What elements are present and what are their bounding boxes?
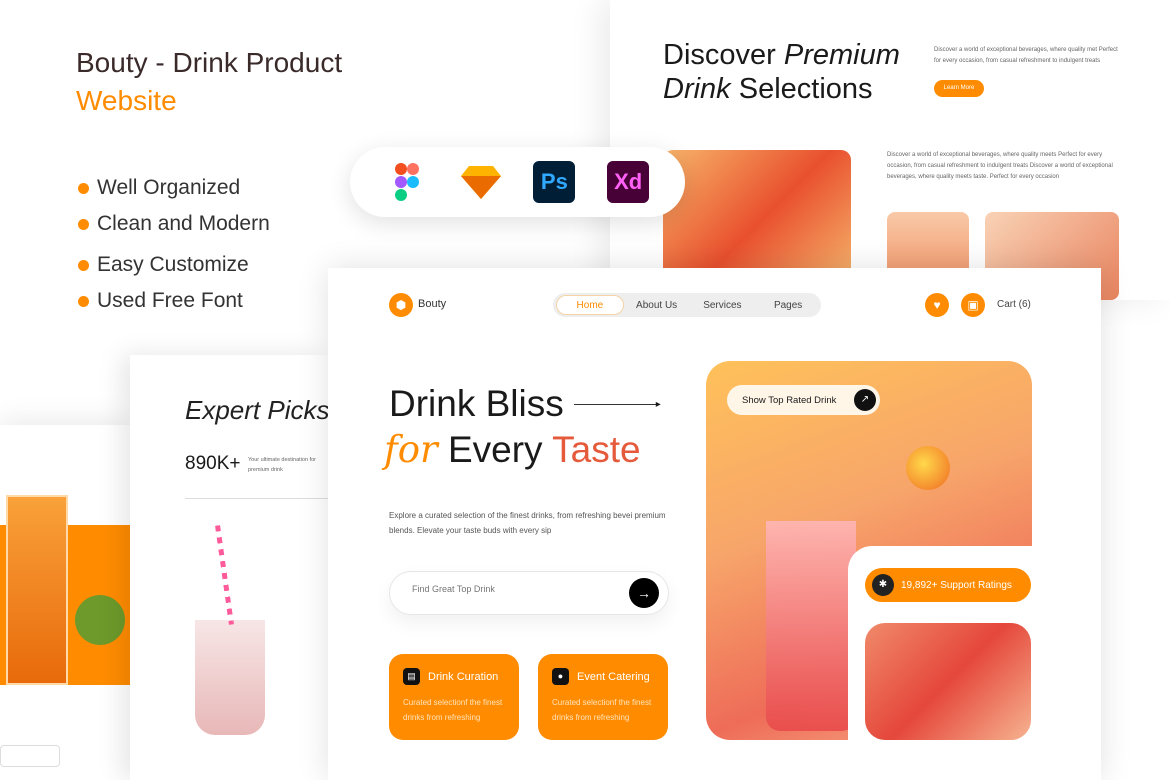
learn-more-button[interactable]: Learn More — [934, 80, 984, 97]
straw — [215, 525, 234, 625]
preview-juice — [0, 425, 130, 780]
nav-home[interactable]: Home — [556, 295, 624, 315]
feature-item: Used Free Font — [78, 283, 270, 319]
brand-name: Bouty — [418, 298, 447, 310]
gear-icon: ✱ — [872, 574, 894, 596]
boba-drink-image — [195, 620, 265, 735]
drink-glass — [766, 521, 856, 731]
search-bar: → — [389, 571, 669, 615]
feature-item: Clean and Modern — [78, 206, 270, 242]
cart-link[interactable]: Cart (6) — [997, 299, 1031, 310]
drop-icon: ● — [552, 668, 569, 685]
arrow-up-right-icon: ↗ — [854, 389, 876, 411]
hero-title-line1: Drink Bliss ▸ — [389, 383, 661, 424]
drink-thumbnail — [865, 623, 1031, 740]
photoshop-icon: Ps — [533, 161, 576, 203]
sketch-icon — [460, 161, 502, 203]
feature-item: Well Organized — [78, 170, 270, 206]
nav-pages[interactable]: Pages — [755, 300, 821, 311]
email-input[interactable] — [0, 745, 60, 767]
nav-about[interactable]: About Us — [624, 300, 690, 311]
discover-heading: Discover Premium Drink Selections — [663, 39, 900, 105]
figma-icon — [386, 161, 428, 203]
search-input[interactable] — [412, 584, 612, 594]
arrow-line-icon — [573, 403, 656, 405]
preview-expert-picks: Expert Picks 890K+ Your ultimate destina… — [130, 355, 330, 780]
event-catering-card[interactable]: ● Event Catering Curated selectionf the f… — [538, 654, 668, 740]
cup-icon: ▤ — [403, 668, 420, 685]
show-top-rated-button[interactable]: Show Top Rated Drink ↗ — [727, 385, 880, 415]
preview-discover: Discover Premium Drink Selections Discove… — [610, 0, 1170, 300]
hero-description: Explore a curated selection of the fines… — [389, 511, 666, 535]
tools-pill: Ps Xd — [350, 147, 685, 217]
juice-glass-image — [6, 495, 68, 685]
xd-icon: Xd — [607, 161, 650, 203]
feature-list: Well Organized Clean and Modern Easy Cus… — [78, 170, 270, 319]
brand-logo-icon: ⬢ — [389, 293, 413, 317]
nav-services[interactable]: Services — [690, 300, 756, 311]
drink-curation-card[interactable]: ▤ Drink Curation Curated selectionf the f… — [389, 654, 519, 740]
support-ratings-badge: ✱ 19,892+ Support Ratings — [865, 568, 1031, 602]
promo-title: Bouty - Drink Product Website — [76, 47, 343, 116]
main-nav: Home About Us Services Pages — [553, 293, 821, 317]
hero-title-line2: for Every Taste — [384, 428, 641, 471]
lime-image — [75, 595, 125, 645]
bag-icon[interactable]: ▣ — [961, 293, 985, 317]
homepage-preview: ⬢ Bouty Home About Us Services Pages ♥ ▣… — [328, 268, 1101, 780]
heart-icon[interactable]: ♥ — [925, 293, 949, 317]
feature-item: Easy Customize — [78, 247, 270, 283]
arrow-right-icon[interactable]: → — [629, 578, 659, 608]
peach-image — [906, 446, 950, 490]
